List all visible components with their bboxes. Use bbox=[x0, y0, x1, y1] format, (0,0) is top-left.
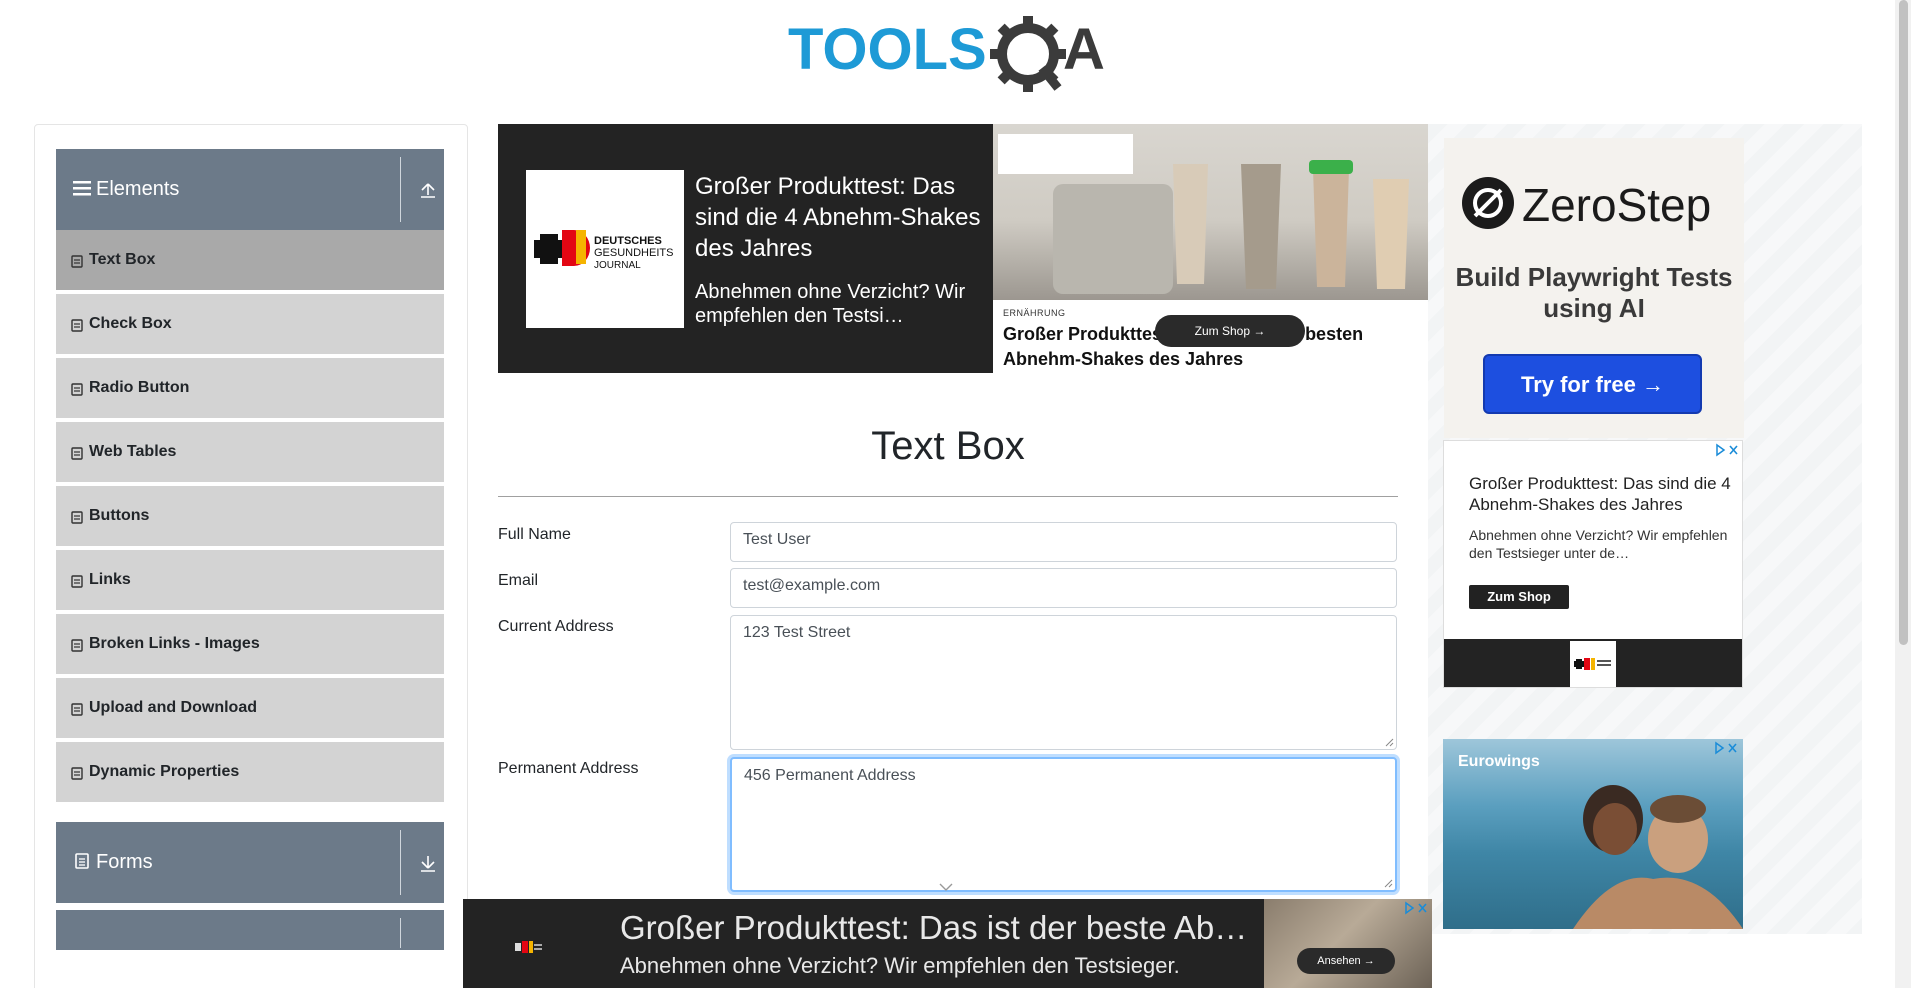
sidebar-item-broken-links-images[interactable]: Broken Links - Images bbox=[56, 614, 444, 676]
left-panel: Elements Text Box Check Box Radio Button… bbox=[34, 124, 468, 988]
list-icon bbox=[71, 447, 83, 460]
resize-grip-icon[interactable] bbox=[1384, 879, 1393, 888]
ad-product-photo[interactable] bbox=[993, 124, 1428, 300]
sidebar-item-label: Links bbox=[89, 571, 131, 588]
list-icon bbox=[71, 575, 83, 588]
list-icon bbox=[71, 383, 83, 396]
current-address-value: 123 Test Street bbox=[743, 624, 851, 641]
ad-bottom-text: Abnehmen ohne Verzicht? Wir empfehlen de… bbox=[620, 953, 1180, 978]
ad-logo-line: GESUNDHEITS bbox=[594, 247, 673, 259]
ansehen-button[interactable]: Ansehen → bbox=[1297, 948, 1395, 974]
sidebar-item-label: Radio Button bbox=[89, 379, 190, 396]
sidebar-item-label: Dynamic Properties bbox=[89, 763, 240, 780]
logo-text-a: A bbox=[1063, 17, 1105, 82]
zum-shop-button[interactable]: Zum Shop bbox=[1469, 585, 1569, 609]
sidebar-item-label: Buttons bbox=[89, 507, 150, 524]
list-icon bbox=[71, 703, 83, 716]
permanent-address-label: Permanent Address bbox=[498, 760, 639, 777]
ad-brand-mark bbox=[1574, 658, 1611, 670]
ad-category: ERNÄHRUNG bbox=[1003, 308, 1066, 318]
full-name-label: Full Name bbox=[498, 526, 571, 543]
expand-down-icon[interactable] bbox=[418, 853, 438, 873]
email-label: Email bbox=[498, 572, 539, 589]
list-icon bbox=[71, 255, 83, 268]
list-icon bbox=[71, 767, 83, 780]
list-icon bbox=[71, 511, 83, 524]
sidebar-item-label: Check Box bbox=[89, 315, 172, 332]
ad-brand-mark: DEUTSCHES GESUNDHEITS JOURNAL bbox=[534, 230, 673, 271]
shaker-bottles-image bbox=[998, 134, 1409, 294]
site-header: TOOLS A bbox=[0, 0, 1895, 110]
hamburger-icon bbox=[73, 181, 91, 196]
sidebar-item-links[interactable]: Links bbox=[56, 550, 444, 612]
current-address-label: Current Address bbox=[498, 618, 614, 635]
ad-card-headline[interactable]: Großer Produkttest: Das sind die 4 Abneh… bbox=[1469, 473, 1734, 515]
adchoices-icon[interactable] bbox=[1713, 741, 1739, 755]
ad-headline[interactable]: Großer Produkttest: Das sind die 4 Abneh… bbox=[695, 171, 995, 264]
zerostep-name: ZeroStep bbox=[1522, 179, 1712, 231]
sidebar-item-check-box[interactable]: Check Box bbox=[56, 294, 444, 356]
sidebar-item-text-box[interactable]: Text Box bbox=[56, 230, 444, 292]
resize-grip-icon[interactable] bbox=[1385, 738, 1394, 747]
document-icon bbox=[75, 853, 89, 869]
zerostep-logo-icon bbox=[1462, 177, 1514, 229]
group-title-elements: Elements bbox=[96, 178, 180, 200]
ad-card-footer bbox=[1444, 639, 1742, 687]
sidebar-item-label: Broken Links - Images bbox=[89, 635, 260, 652]
ad-logo-line: DEUTSCHES bbox=[594, 235, 662, 247]
divider bbox=[400, 830, 401, 895]
ad-travel[interactable]: Eurowings bbox=[1443, 739, 1743, 929]
ad-logo-line: JOURNAL bbox=[594, 260, 641, 271]
group-header-forms[interactable]: Forms bbox=[56, 822, 444, 903]
email-input[interactable]: test@example.com bbox=[730, 568, 1397, 608]
sidebar-item-dynamic-properties[interactable]: Dynamic Properties bbox=[56, 742, 444, 804]
adchoices-icon[interactable] bbox=[1403, 901, 1429, 915]
group-header-elements[interactable]: Elements bbox=[56, 149, 444, 230]
ad-banner-top[interactable]: DEUTSCHES GESUNDHEITS JOURNAL Großer Pro… bbox=[498, 124, 1428, 373]
ad-logo: DEUTSCHES GESUNDHEITS JOURNAL bbox=[526, 170, 684, 328]
current-address-textarea[interactable]: 123 Test Street bbox=[730, 615, 1397, 750]
toolsqa-logo[interactable]: TOOLS A bbox=[788, 14, 1113, 94]
full-name-input[interactable]: Test User bbox=[730, 522, 1397, 562]
sidebar-item-label: Web Tables bbox=[89, 443, 177, 460]
page-title: Text Box bbox=[871, 424, 1025, 468]
group-header-next[interactable] bbox=[56, 910, 444, 950]
ad-logo bbox=[515, 941, 542, 953]
list-icon bbox=[71, 319, 83, 332]
gear-icon bbox=[990, 16, 1066, 92]
divider bbox=[400, 157, 401, 222]
sidebar-item-upload-and-download[interactable]: Upload and Download bbox=[56, 678, 444, 740]
permanent-address-textarea[interactable]: 456 Permanent Address bbox=[730, 757, 1397, 892]
ad-card-text: Abnehmen ohne Verzicht? Wir empfehlen de… bbox=[1469, 527, 1728, 561]
divider bbox=[498, 496, 1398, 497]
try-for-free-button[interactable]: Try for free → bbox=[1483, 354, 1702, 414]
sidebar-item-label: Upload and Download bbox=[89, 699, 257, 716]
zum-shop-button[interactable]: Zum Shop → bbox=[1155, 315, 1305, 347]
group-title-forms: Forms bbox=[96, 851, 153, 873]
ad-banner-bottom[interactable]: Großer Produkttest: Das ist der beste Ab… bbox=[463, 899, 1432, 988]
ad-zerostep[interactable]: ZeroStep Build Playwright Tests using AI… bbox=[1444, 138, 1744, 438]
sidebar-item-label: Text Box bbox=[89, 251, 156, 268]
beach-couple-image bbox=[1573, 785, 1743, 929]
sidebar-item-web-tables[interactable]: Web Tables bbox=[56, 422, 444, 484]
adchoices-icon[interactable] bbox=[1714, 443, 1740, 457]
list-icon bbox=[71, 639, 83, 652]
ad-text: Abnehmen ohne Verzicht? Wir empfehlen de… bbox=[695, 281, 966, 327]
ad-travel-brand: Eurowings bbox=[1458, 753, 1540, 770]
ad-bottom-headline[interactable]: Großer Produkttest: Das ist der beste Ab… bbox=[620, 909, 1260, 947]
divider bbox=[400, 918, 401, 948]
scrollbar-thumb[interactable] bbox=[1899, 0, 1908, 645]
logo-text-tools: TOOLS bbox=[788, 17, 987, 82]
ad-card-right[interactable]: Großer Produkttest: Das sind die 4 Abneh… bbox=[1443, 440, 1743, 688]
ad-logo bbox=[1570, 641, 1616, 687]
sidebar-item-radio-button[interactable]: Radio Button bbox=[56, 358, 444, 420]
permanent-address-value: 456 Permanent Address bbox=[744, 767, 916, 784]
collapse-up-icon[interactable] bbox=[418, 180, 438, 200]
chevron-down-icon[interactable] bbox=[938, 882, 954, 892]
zerostep-tagline: Build Playwright Tests using AI bbox=[1455, 262, 1733, 323]
sidebar-item-buttons[interactable]: Buttons bbox=[56, 486, 444, 548]
